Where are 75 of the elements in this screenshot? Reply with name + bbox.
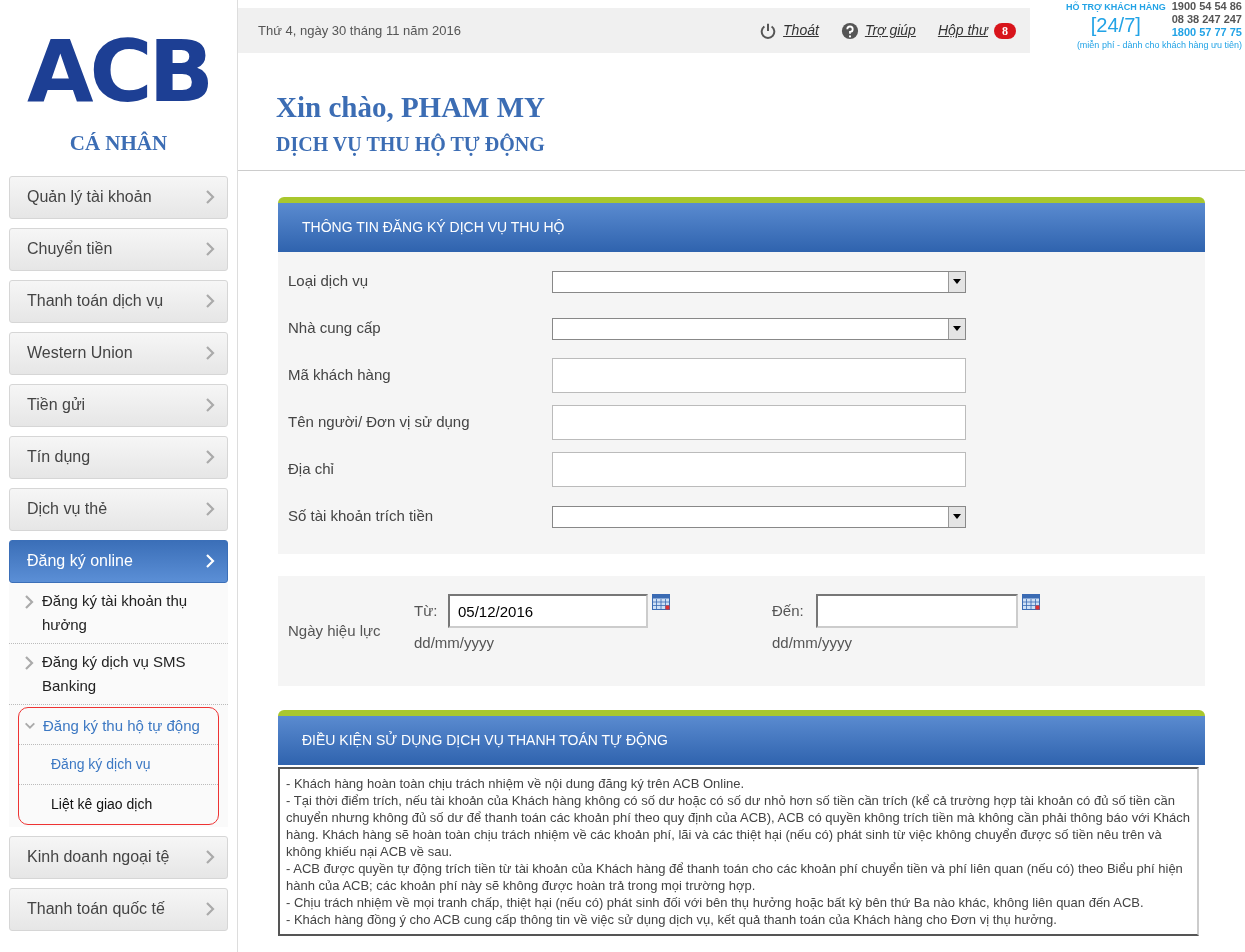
sidebar-item[interactable]: Quản lý tài khoản xyxy=(9,175,228,219)
sidebar-item[interactable]: Dịch vụ thẻ xyxy=(9,487,228,531)
field-label: Số tài khoản trích tiền xyxy=(288,506,435,527)
sidebar-item[interactable]: Tiền gửi xyxy=(9,383,228,427)
input-field[interactable] xyxy=(552,358,966,393)
calendar-icon[interactable] xyxy=(1022,594,1040,610)
field-label: Từ: xyxy=(414,600,439,621)
submenu-link[interactable]: Đăng ký dịch vụ xyxy=(19,743,218,784)
chevron-right-icon xyxy=(205,345,215,361)
chevron-right-icon xyxy=(205,241,215,257)
terms-paragraph: - ACB được quyền tự động trích tiền từ tài khoản của Khách hàng để thanh toán cho các khoản phí chuyển tiền và phí liên quan (nếu có) theo Biểu phí hiện hành của ACB; các khoản phí này sẽ không được hoàn trả trong mọi trường hợp. xyxy=(286,860,1184,894)
hotline-phone: 08 38 247 247 xyxy=(1171,13,1242,26)
hotline-title: HỖ TRỢ KHÁCH HÀNG xyxy=(1065,2,1166,13)
date-field[interactable] xyxy=(816,594,1018,628)
chevron-right-icon xyxy=(24,593,34,610)
section-header: ĐIỀU KIỆN SỬ DỤNG DỊCH VỤ THANH TOÁN TỰ ĐỘNG xyxy=(278,710,1205,765)
chevron-right-icon xyxy=(205,849,215,865)
field-label: Ngày hiệu lực xyxy=(288,621,382,641)
select-field[interactable] xyxy=(552,505,966,528)
date-format-hint: dd/mm/yyyy xyxy=(414,633,495,653)
header-link[interactable]: Hộp thư xyxy=(937,20,988,41)
terms-paragraph: - Khách hàng đồng ý cho ACB cung cấp thông tin về việc sử dụng dịch vụ, kết quả thanh toán của Khách hàng cho Đơn vị thụ hưởng. xyxy=(286,911,1058,928)
notification-badge[interactable]: 8 xyxy=(994,22,1016,39)
field-label: Đến: xyxy=(772,600,805,621)
chevron-right-icon xyxy=(205,397,215,413)
help-icon xyxy=(840,21,859,40)
sidebar-item[interactable]: Kinh doanh ngoại tệ xyxy=(9,835,228,879)
chevron-right-icon xyxy=(205,553,215,569)
greeting: Xin chào, PHAM MY xyxy=(276,90,547,124)
chevron-right-icon xyxy=(205,501,215,517)
section-header: THÔNG TIN ĐĂNG KÝ DỊCH VỤ THU HỘ xyxy=(278,197,1205,252)
input-field[interactable] xyxy=(552,452,966,487)
calendar-icon[interactable] xyxy=(652,594,670,610)
sidebar-item[interactable]: Thanh toán dịch vụ xyxy=(9,279,228,323)
chevron-right-icon xyxy=(24,654,34,671)
dropdown-icon xyxy=(948,318,965,339)
field-label: Nhà cung cấp xyxy=(288,318,382,339)
sidebar-item[interactable]: Đăng ký online xyxy=(9,539,228,583)
select-field[interactable] xyxy=(552,317,966,340)
field-label: Loại dịch vụ xyxy=(288,271,370,292)
date-text: Thứ 4, ngày 30 tháng 11 năm 2016 xyxy=(258,21,461,40)
submenu-item[interactable]: Đăng ký thu hộ tự động xyxy=(19,707,218,744)
sidebar-item[interactable]: Chuyển tiền xyxy=(9,227,228,271)
submenu-item[interactable]: Đăng ký tài khoản thụ hưởng xyxy=(9,582,228,643)
power-icon xyxy=(759,21,778,40)
hotline-note: (miễn phí - dành cho khách hàng ưu tiên) xyxy=(1076,39,1242,51)
header-link[interactable]: Thoát xyxy=(783,20,819,41)
dropdown-icon xyxy=(948,506,965,527)
hotline-phone: 1900 54 54 86 xyxy=(1171,0,1242,13)
chevron-right-icon xyxy=(205,449,215,465)
date-field[interactable]: 05/12/2016 xyxy=(448,594,648,628)
hotline-hours: [24/7] xyxy=(1090,13,1141,37)
select-field[interactable] xyxy=(552,270,966,293)
header-link[interactable]: Trợ giúp xyxy=(864,20,916,41)
terms-paragraph: - Tại thời điểm trích, nếu tài khoản của Khách hàng không có số dư hoặc có số dư nhỏ hơn số tiền cần trích (kể cả trường hợp tài khoản có đủ số tiền cần chuyển nhưng không đủ số dư để thanh toán các khoản phí theo quy định của ACB), ACB có quyền không trích tiền mà không cần phải thông báo với Khách hàng. Khách hàng sẽ hoàn toàn chịu trách nhiệm về các khoản phí, lãi và các thiệt hại (nếu có) phát sinh từ việc không chuyển được số tiền nêu trên và không khiếu nại ACB về sau. xyxy=(286,792,1191,860)
dropdown-icon xyxy=(948,271,965,292)
chevron-right-icon xyxy=(205,901,215,917)
field-label: Mã khách hàng xyxy=(288,365,392,386)
chevron-right-icon xyxy=(205,189,215,205)
sidebar-item[interactable]: Tín dụng xyxy=(9,435,228,479)
date-format-hint: dd/mm/yyyy xyxy=(772,633,853,653)
terms-paragraph: - Chịu trách nhiệm về mọi tranh chấp, thiệt hại (nếu có) phát sinh đối với bên thụ hưởng hoặc bất kỳ bên thứ Ba nào khác, không liên quan đến ACB. xyxy=(286,894,1145,911)
field-label: Tên người/ Đơn vị sử dụng xyxy=(288,412,471,433)
field-label: Địa chỉ xyxy=(288,459,335,480)
submenu-item[interactable]: Đăng ký dịch vụ SMS Banking xyxy=(9,643,228,704)
page-title: DỊCH VỤ THU HỘ TỰ ĐỘNG xyxy=(276,132,546,156)
section-caption: CÁ NHÂN xyxy=(69,130,168,157)
input-field[interactable] xyxy=(552,405,966,440)
terms-paragraph: - Khách hàng hoàn toàn chịu trách nhiệm về nội dung đăng ký trên ACB Online. xyxy=(286,775,746,792)
submenu-link[interactable]: Liệt kê giao dịch xyxy=(19,783,218,824)
logo: ACB xyxy=(26,26,211,116)
chevron-right-icon xyxy=(205,293,215,309)
sidebar-item[interactable]: Western Union xyxy=(9,331,228,375)
sidebar-item[interactable]: Thanh toán quốc tế xyxy=(9,887,228,931)
hotline-phone: 1800 57 77 75 xyxy=(1171,26,1242,39)
